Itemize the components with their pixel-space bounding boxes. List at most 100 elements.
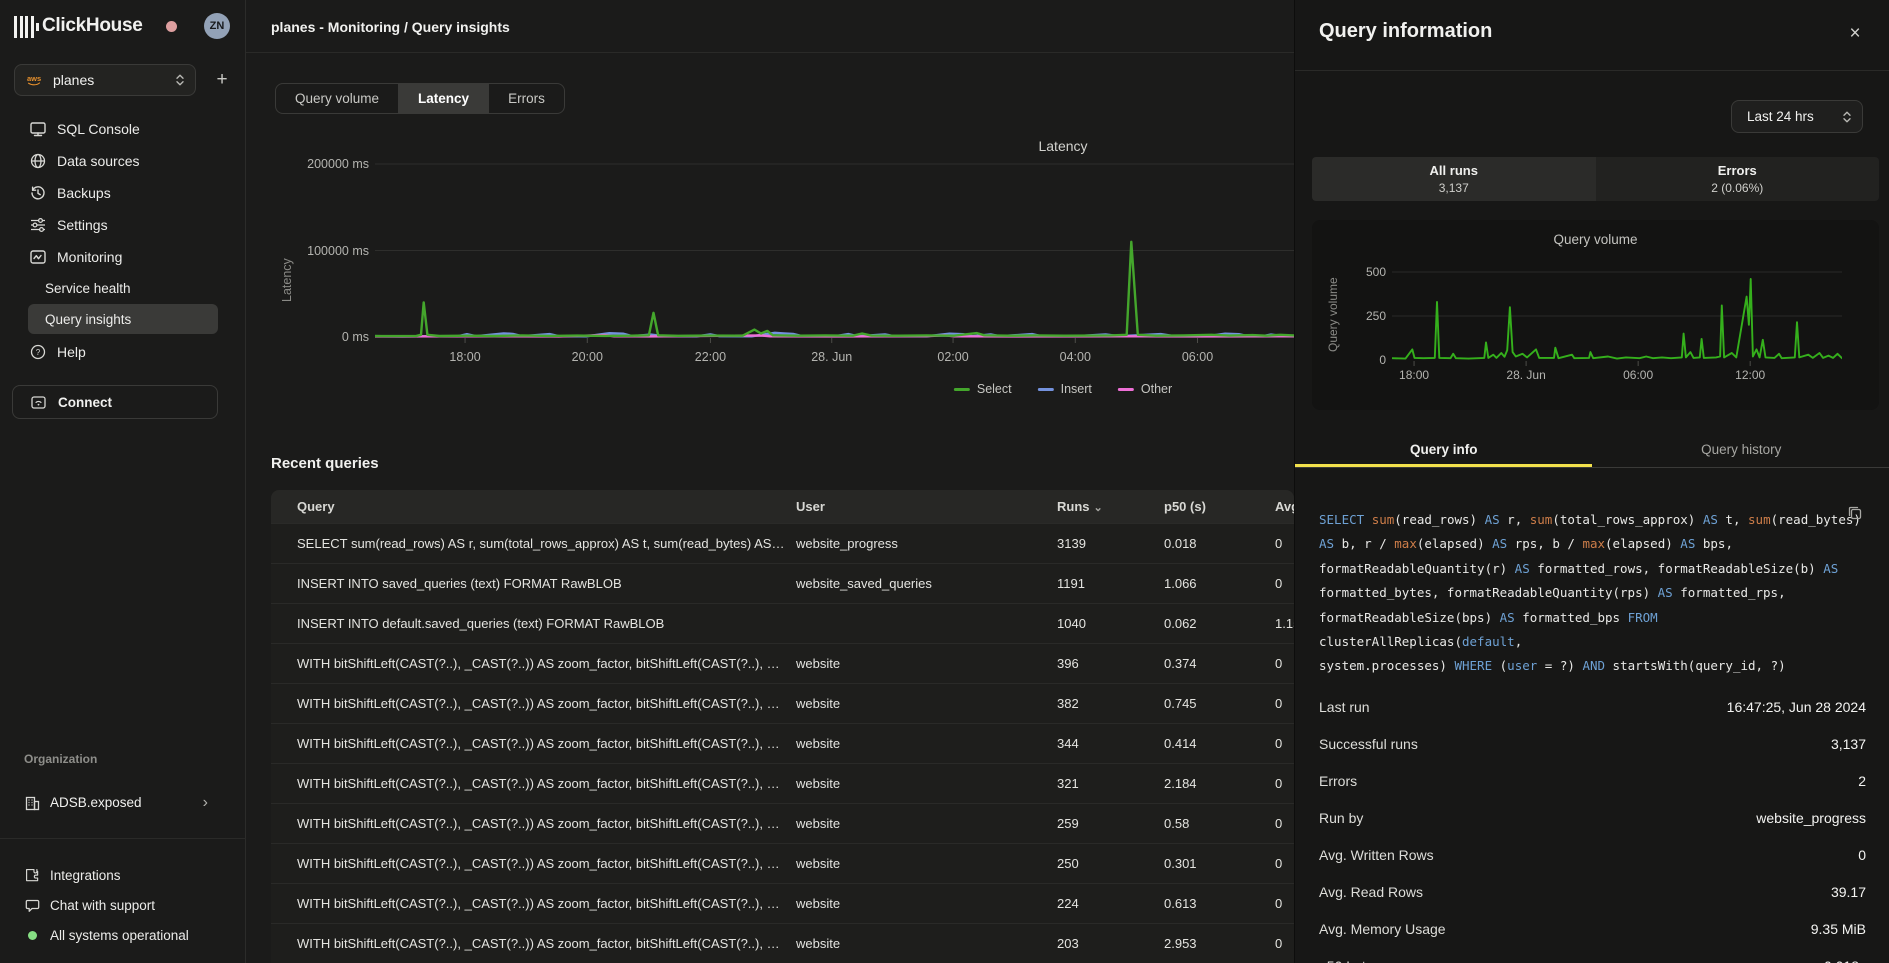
x-tick: 02:00 [937, 350, 968, 364]
query-information-panel: Query information × Last 24 hrs All runs… [1294, 0, 1889, 963]
stat-value: 3,137 [1831, 736, 1866, 752]
data-sources-icon [29, 152, 47, 170]
latency-plot[interactable] [375, 130, 1294, 380]
tab-query-info[interactable]: Query info [1295, 436, 1593, 467]
sidebar-item-query-insights[interactable]: Query insights [28, 304, 218, 334]
legend-swatch [1118, 388, 1134, 391]
sidebar-item-service-health[interactable]: Service health [28, 273, 218, 303]
sidebar-item-help[interactable]: ? Help [0, 336, 246, 368]
tab-errors-summary[interactable]: Errors 2 (0.06%) [1596, 157, 1880, 201]
cell-query: WITH bitShiftLeft(CAST(?..), _CAST(?..))… [297, 924, 785, 963]
column-header-query[interactable]: Query [297, 490, 335, 523]
y-tick: 100000 ms [307, 244, 369, 258]
x-tick: 20:00 [572, 350, 603, 364]
sidebar-item-monitoring[interactable]: Monitoring [0, 241, 246, 273]
table-row[interactable]: INSERT INTO default.saved_queries (text)… [271, 603, 1294, 643]
column-header-avg[interactable]: Avg. [1275, 490, 1294, 523]
sidebar-item-label: Help [57, 344, 86, 360]
tab-errors[interactable]: Errors [488, 84, 564, 113]
sidebar-item-label: Settings [57, 217, 108, 233]
workspace-selector[interactable]: aws planes [14, 64, 196, 96]
legend-item-select[interactable]: Select [954, 382, 1012, 396]
query-volume-plot[interactable] [1392, 256, 1842, 368]
footer-item-label: All systems operational [50, 928, 189, 943]
tab-all-runs[interactable]: All runs 3,137 [1312, 157, 1596, 201]
sidebar-item-data-sources[interactable]: Data sources [0, 145, 246, 177]
tab-query-history[interactable]: Query history [1593, 436, 1889, 467]
recent-queries-title: Recent queries [271, 455, 379, 472]
stat-row: Successful runs 3,137 [1319, 725, 1866, 762]
query-volume-chart: Query volume Query volume 500 250 0 18:0… [1312, 220, 1879, 410]
cell-runs: 3139 [1057, 524, 1086, 564]
notification-dot-icon[interactable] [166, 21, 177, 32]
x-tick: 18:00 [1399, 368, 1429, 382]
add-service-button[interactable]: + [208, 66, 236, 94]
table-row[interactable]: INSERT INTO saved_queries (text) FORMAT … [271, 563, 1294, 603]
table-row[interactable]: WITH bitShiftLeft(CAST(?..), _CAST(?..))… [271, 843, 1294, 883]
sidebar-item-backups[interactable]: Backups [0, 177, 246, 209]
table-row[interactable]: WITH bitShiftLeft(CAST(?..), _CAST(?..))… [271, 643, 1294, 683]
x-tick: 28. Jun [1506, 368, 1545, 382]
tab-query-volume[interactable]: Query volume [276, 84, 398, 113]
stat-label: Errors [1319, 773, 1357, 789]
stat-row: p50 Latency0.018s [1319, 947, 1866, 963]
breadcrumb: planes - Monitoring / Query insights [271, 19, 510, 35]
stat-label: Avg. Written Rows [1319, 847, 1434, 863]
table-row[interactable]: WITH bitShiftLeft(CAST(?..), _CAST(?..))… [271, 923, 1294, 963]
cell-runs: 1040 [1057, 604, 1086, 644]
sidebar-subitem-label: Service health [45, 281, 131, 296]
sidebar-subitem-label: Query insights [45, 312, 131, 327]
close-icon[interactable]: × [1843, 22, 1867, 46]
stat-value: 0.018s [1824, 958, 1866, 963]
cell-query: WITH bitShiftLeft(CAST(?..), _CAST(?..))… [297, 884, 785, 924]
organization-name: ADSB.exposed [50, 795, 142, 810]
y-tick: 500 [1366, 265, 1386, 279]
cell-p50: 0.745 [1164, 684, 1197, 724]
legend-item-insert[interactable]: Insert [1038, 382, 1092, 396]
column-header-user[interactable]: User [796, 490, 825, 523]
cell-query: INSERT INTO saved_queries (text) FORMAT … [297, 564, 622, 604]
cell-p50: 0.018 [1164, 524, 1197, 564]
stat-row: Avg. Written Rows0 [1319, 836, 1866, 873]
table-row[interactable]: WITH bitShiftLeft(CAST(?..), _CAST(?..))… [271, 883, 1294, 923]
stat-row: Run bywebsite_progress [1319, 799, 1866, 836]
table-row[interactable]: WITH bitShiftLeft(CAST(?..), _CAST(?..))… [271, 723, 1294, 763]
time-range-select[interactable]: Last 24 hrs [1731, 100, 1863, 133]
cell-p50: 0.062 [1164, 604, 1197, 644]
legend-item-other[interactable]: Other [1118, 382, 1172, 396]
cell-user: website [796, 684, 840, 724]
copy-icon[interactable] [1847, 505, 1865, 523]
sidebar-item-system-status[interactable]: All systems operational [0, 921, 246, 951]
footer-item-label: Chat with support [50, 898, 155, 913]
sidebar-item-label: Data sources [57, 153, 139, 169]
recent-queries-body: SELECT sum(read_rows) AS r, sum(total_ro… [271, 523, 1294, 963]
cell-p50: 1.066 [1164, 564, 1197, 604]
organization-selector[interactable]: ADSB.exposed › [0, 788, 246, 820]
connect-button[interactable]: Connect [12, 385, 218, 419]
cell-runs: 259 [1057, 804, 1079, 844]
sidebar-item-chat-support[interactable]: Chat with support [0, 891, 246, 921]
cell-user: website [796, 724, 840, 764]
x-tick: 04:00 [1060, 350, 1091, 364]
table-row[interactable]: SELECT sum(read_rows) AS r, sum(total_ro… [271, 523, 1294, 563]
tab-value: 2 (0.06%) [1596, 181, 1880, 195]
cell-runs: 344 [1057, 724, 1079, 764]
column-header-p50[interactable]: p50 (s) [1164, 490, 1206, 523]
organization-icon [24, 795, 41, 812]
stat-label: Avg. Memory Usage [1319, 921, 1446, 937]
cell-runs: 382 [1057, 684, 1079, 724]
avatar[interactable]: ZN [204, 13, 230, 39]
sidebar-item-integrations[interactable]: Integrations [0, 861, 246, 891]
tab-latency[interactable]: Latency [398, 84, 488, 113]
table-row[interactable]: WITH bitShiftLeft(CAST(?..), _CAST(?..))… [271, 683, 1294, 723]
column-header-runs[interactable]: Runs⌄ [1057, 490, 1103, 525]
stat-value: 16:47:25, Jun 28 2024 [1727, 699, 1866, 715]
sidebar-item-sql-console[interactable]: SQL Console [0, 113, 246, 145]
table-row[interactable]: WITH bitShiftLeft(CAST(?..), _CAST(?..))… [271, 803, 1294, 843]
table-row[interactable]: WITH bitShiftLeft(CAST(?..), _CAST(?..))… [271, 763, 1294, 803]
sql-query-code[interactable]: SELECT sum(read_rows) AS r, sum(total_ro… [1319, 508, 1867, 679]
code-line: formatReadableQuantity(r) AS formatted_r… [1319, 557, 1867, 581]
sidebar-item-settings[interactable]: Settings [0, 209, 246, 241]
stat-label: Successful runs [1319, 736, 1418, 752]
cell-avg: 0 [1275, 684, 1282, 724]
